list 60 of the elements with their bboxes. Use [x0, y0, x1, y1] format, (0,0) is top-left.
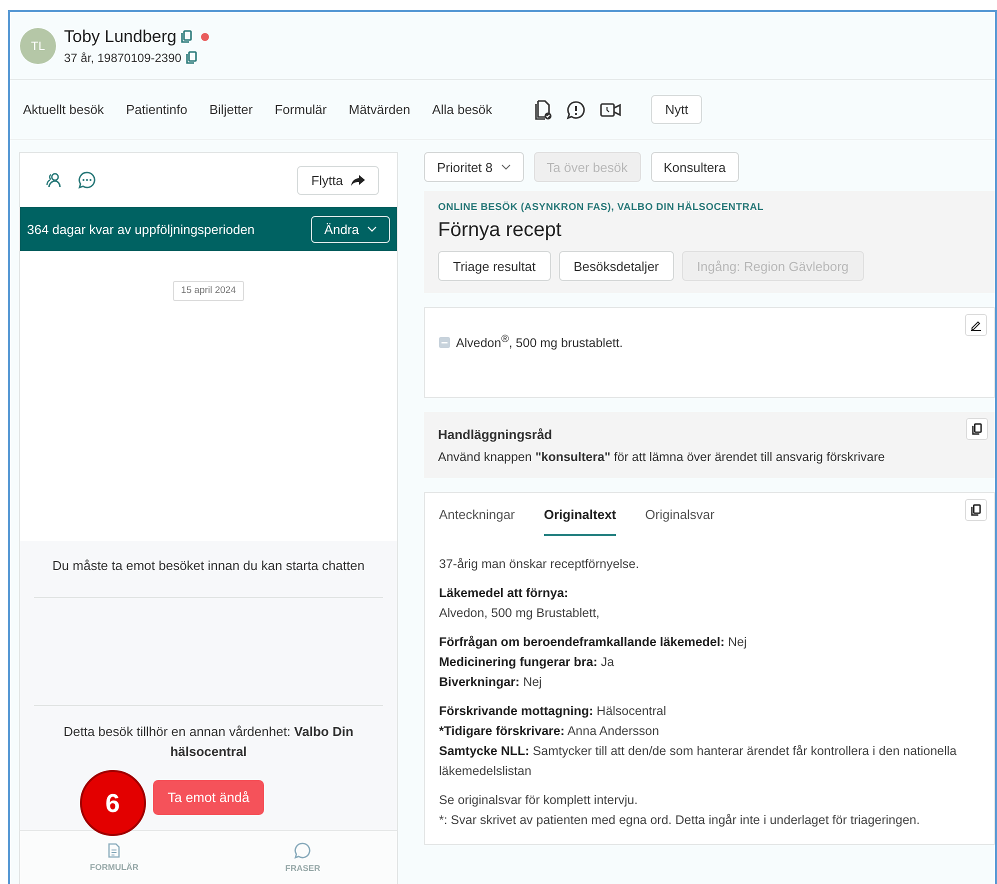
change-button[interactable]: Ändra [311, 216, 390, 242]
notes-tab[interactable]: Anteckningar [439, 493, 515, 536]
document-icon [108, 843, 120, 858]
nav-link[interactable]: Patientinfo [126, 102, 188, 117]
note-line: Förfrågan om beroendeframkallande läkemedel: Nej [439, 634, 748, 652]
note-line: 37-årig man önskar receptförnyelse. [439, 556, 640, 574]
copy-icon [972, 423, 982, 436]
chevron-down-icon [500, 164, 511, 170]
nav-link[interactable]: Biljetter [209, 102, 253, 117]
note-line: Medicinering fungerar bra: Ja [439, 654, 616, 672]
step-marker: 6 [80, 770, 146, 836]
speech-bubble-icon [294, 842, 312, 859]
notes-tab[interactable]: Originalsvar [645, 493, 714, 536]
notes-tab[interactable]: Originaltext [544, 493, 616, 536]
priority-dropdown[interactable]: Prioritet 8 [424, 152, 524, 182]
visit-button[interactable]: Triage resultat [438, 251, 551, 281]
note-line: *: Svar skrivet av patienten med egna ord. Detta ingår inte i underlaget för triageringen. [439, 812, 921, 830]
alert-icon[interactable] [566, 100, 586, 120]
minus-icon [439, 336, 450, 348]
pencil-icon [970, 319, 982, 331]
move-button[interactable]: Flytta [297, 166, 379, 194]
nav-link[interactable]: Alla besök [432, 102, 492, 117]
copy-button[interactable] [965, 499, 987, 522]
toolbar-button[interactable]: Konsultera [650, 152, 739, 182]
chat-icon[interactable] [78, 171, 96, 189]
note-line: *Tidigare förskrivare: Anna Andersson [439, 723, 660, 740]
patient-name: Toby Lundberg [64, 26, 176, 46]
note-line: Se originalsvar för komplett intervju. [439, 792, 639, 810]
note-line: Biverkningar: Nej [439, 674, 543, 692]
patient-details: 37 år, 19870109-2390 [64, 50, 182, 64]
visit-title: Förnya recept [438, 219, 562, 242]
status-dot [201, 32, 210, 40]
document-check-icon[interactable] [534, 100, 552, 120]
avatar: TL [20, 28, 56, 64]
copy-icon [971, 504, 981, 516]
advice-title: Handläggningsråd [438, 427, 552, 442]
nav-link[interactable]: Mätvärden [348, 102, 410, 117]
copy-icon[interactable] [186, 51, 198, 64]
ownership-text: Detta besök tillhör en annan vårdenhet: Valbo Din hälsocentral [62, 723, 354, 761]
note-line: Alvedon, 500 mg Brustablett, [439, 605, 601, 622]
date-chip: 15 april 2024 [173, 281, 244, 301]
note-line: Förskrivande mottagning: Hälsocentral [439, 703, 668, 720]
copy-button[interactable] [966, 418, 988, 440]
video-camera-icon[interactable] [600, 102, 622, 116]
banner-text: 364 dagar kvar av uppföljningsperioden [27, 222, 255, 236]
chat-notice: Du måste ta emot besöket innan du kan starta chatten [52, 557, 365, 575]
note-line: Läkemedel att förnya: [439, 585, 570, 602]
nav-link[interactable]: Formulär [274, 102, 327, 117]
share-arrow-icon [351, 174, 365, 186]
visit-button[interactable]: Besöksdetaljer [558, 251, 674, 281]
people-icon[interactable] [46, 172, 62, 188]
new-button[interactable]: Nytt [651, 95, 702, 124]
advice-text: Använd knappen "konsultera" för att lämna över ärendet till ansvarig förskrivare [438, 450, 886, 464]
medication-text: Alvedon$^{®}$, 500 mg brustablett. [456, 334, 623, 350]
nav-link[interactable]: Aktuellt besök [23, 102, 104, 117]
note-line: Samtycke NLL: Samtycker till att den/de som hanterar ärendet får kontrollera i den nationella läkemedelslistan [439, 743, 958, 780]
chevron-down-icon [367, 226, 377, 232]
edit-button[interactable] [965, 314, 987, 336]
visit-category: ONLINE BESÖK (ASYNKRON FAS), VALBO DIN HÄLSOCENTRAL [438, 202, 765, 213]
copy-icon[interactable] [181, 30, 192, 43]
